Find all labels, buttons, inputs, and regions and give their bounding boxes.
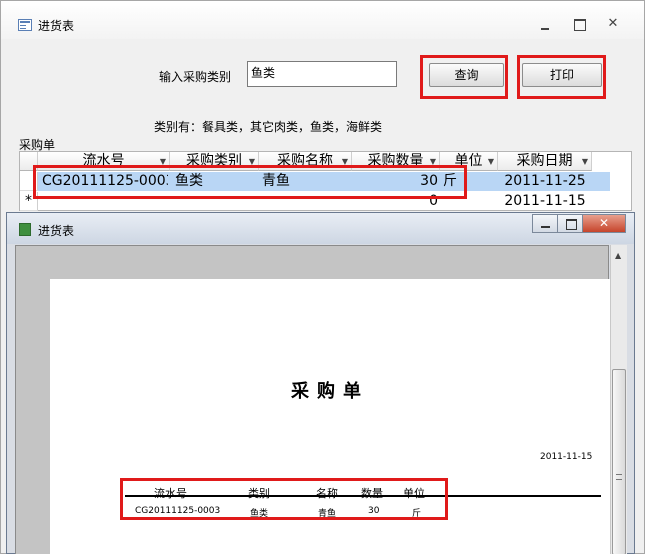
report-vertical-scrollbar[interactable]: ▲ <box>610 245 627 554</box>
column-sort-icon[interactable]: ▼ <box>582 152 588 170</box>
print-highlight-box <box>517 55 606 99</box>
new-row-date[interactable]: 2011-11-15 <box>498 192 592 211</box>
maximize-icon[interactable] <box>571 17 587 31</box>
category-input[interactable]: 鱼类 <box>247 61 397 87</box>
report-row-highlight-box <box>120 478 448 520</box>
scroll-up-icon[interactable]: ▲ <box>615 251 621 260</box>
report-page: 采购单 2011-11-15 流水号 类别 名称 数量 单位 CG2011112… <box>50 279 610 554</box>
report-window-title: 进货表 <box>38 224 75 238</box>
main-window-title: 进货表 <box>38 19 75 33</box>
report-canvas[interactable]: 采购单 2011-11-15 流水号 类别 名称 数量 单位 CG2011112… <box>15 245 610 554</box>
report-title: 采购单 <box>291 381 369 402</box>
minimize-icon[interactable] <box>532 214 558 233</box>
scrollbar-grip <box>616 474 622 480</box>
minimize-icon[interactable] <box>537 18 553 32</box>
report-preview-window: 进货表 采购单 2011-11-15 流水号 类别 名称 数量 单位 CG201… <box>6 212 635 554</box>
form-icon <box>18 19 32 31</box>
table-row-date[interactable]: 2011-11-25 <box>498 172 592 191</box>
category-hint: 类别有：餐具类，其它肉类，鱼类，海鲜类 <box>154 120 383 134</box>
record-highlight-box <box>33 165 467 199</box>
scrollbar-thumb[interactable] <box>612 369 626 554</box>
category-input-label: 输入采购类别 <box>159 70 232 84</box>
maximize-icon[interactable] <box>557 214 583 233</box>
close-icon[interactable]: ✕ <box>605 17 621 31</box>
column-sort-icon[interactable]: ▼ <box>488 152 494 170</box>
report-date: 2011-11-15 <box>540 452 593 462</box>
close-icon[interactable] <box>582 214 626 233</box>
main-window-titlebar[interactable]: 进货表 ✕ <box>1 1 644 39</box>
column-header-date[interactable]: 采购日期 ▼ <box>498 152 592 171</box>
report-window-titlebar[interactable]: 进货表 <box>7 213 634 244</box>
query-highlight-box <box>420 55 508 99</box>
report-icon <box>19 223 31 236</box>
caption-buttons <box>532 214 626 234</box>
